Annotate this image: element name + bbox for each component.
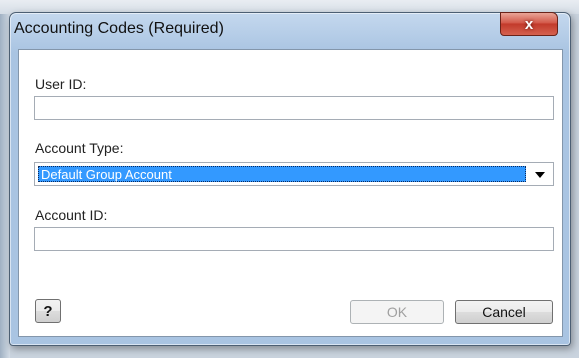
- account-id-input[interactable]: [34, 227, 554, 251]
- user-id-input[interactable]: [34, 96, 554, 120]
- account-id-label: Account ID:: [35, 207, 108, 223]
- account-type-select[interactable]: Default Group Account: [34, 162, 554, 186]
- close-icon: x: [524, 15, 534, 33]
- dialog-title: Accounting Codes (Required): [14, 20, 224, 37]
- help-button[interactable]: ?: [35, 299, 61, 323]
- cancel-button[interactable]: Cancel: [455, 300, 553, 324]
- user-id-label: User ID:: [35, 76, 87, 92]
- dialog-content: [18, 49, 563, 337]
- account-type-selected-value: Default Group Account: [38, 166, 526, 182]
- chevron-down-icon[interactable]: [535, 172, 545, 178]
- account-type-label: Account Type:: [35, 140, 124, 156]
- close-button[interactable]: x: [500, 12, 558, 36]
- ok-button[interactable]: OK: [350, 300, 444, 324]
- help-icon: ?: [43, 302, 53, 320]
